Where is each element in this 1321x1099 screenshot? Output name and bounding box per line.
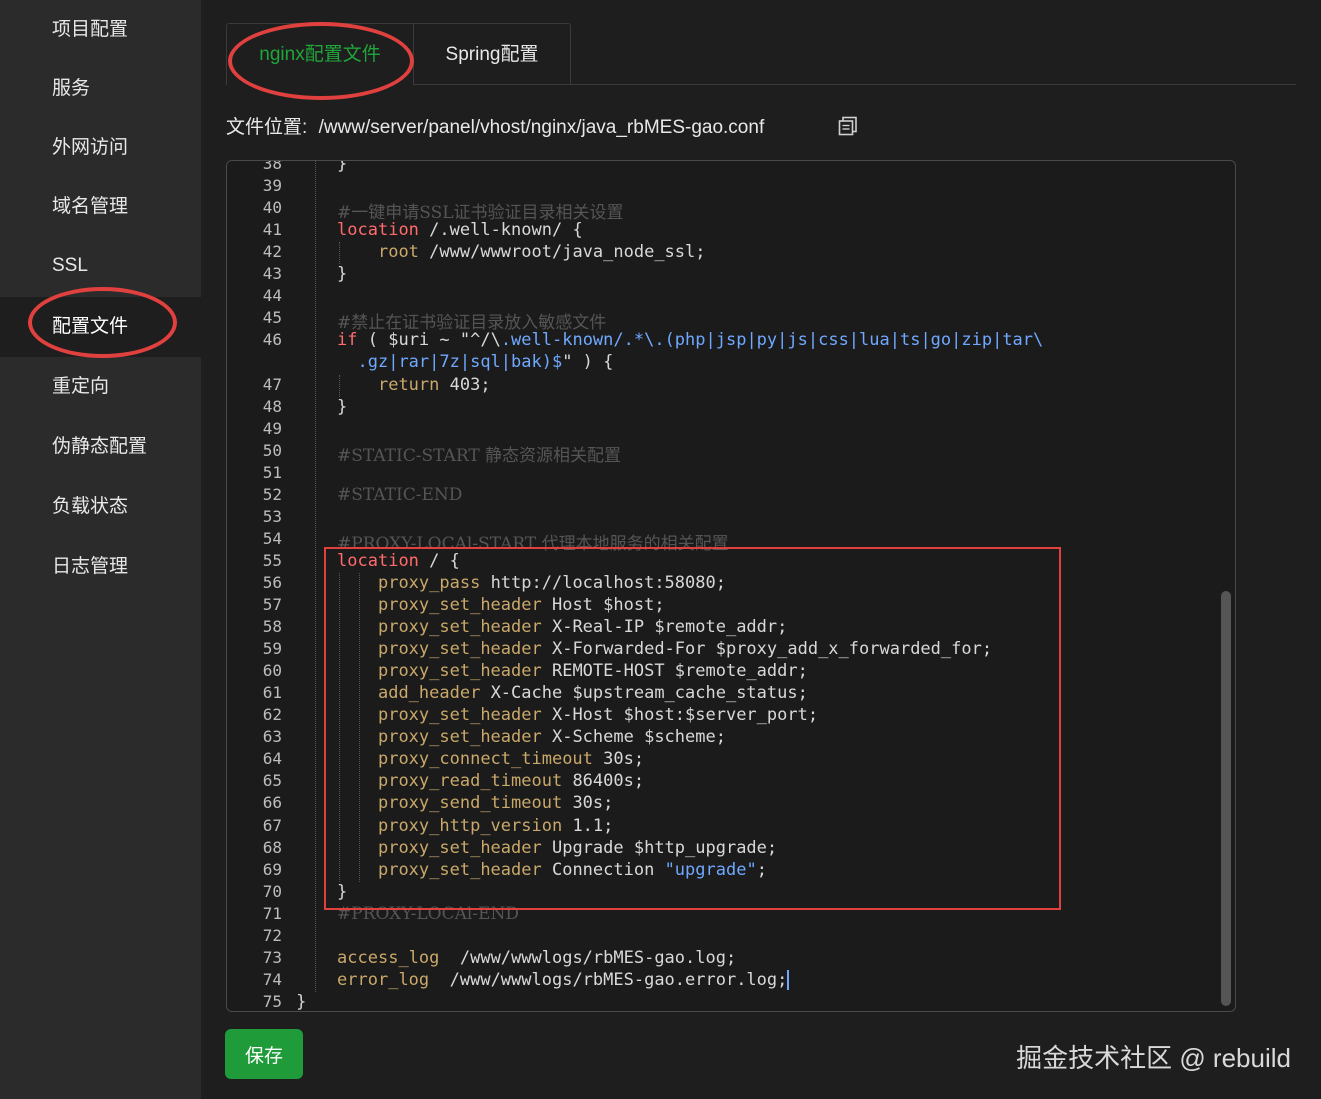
line-number: 69	[262, 859, 282, 879]
sidebar-item-service[interactable]: 服务	[0, 59, 201, 119]
indent-guide	[339, 242, 340, 265]
sidebar-item-load-status[interactable]: 负载状态	[0, 477, 201, 537]
text-cursor	[787, 969, 790, 990]
code-line: }	[296, 264, 348, 285]
line-number: 41	[262, 220, 282, 240]
line-number: 61	[262, 683, 282, 703]
code-line: .gz|rar|7z|sql|bak)$" ) {	[357, 352, 614, 373]
line-number: 59	[262, 639, 282, 659]
line-number: 38	[262, 160, 282, 173]
line-number: 50	[262, 440, 282, 460]
line-number: 44	[262, 286, 282, 306]
watermark: 掘金技术社区 @ rebuild	[1016, 1043, 1291, 1073]
line-number: 71	[262, 903, 282, 923]
line-number: 74	[262, 969, 282, 989]
line-number: 42	[262, 242, 282, 262]
line-number: 52	[262, 484, 282, 504]
line-number: 40	[262, 198, 282, 218]
line-number: 51	[262, 462, 282, 482]
line-number: 73	[262, 947, 282, 967]
line-number: 58	[262, 617, 282, 637]
copy-icon[interactable]	[838, 116, 858, 136]
sidebar-item-project-config[interactable]: 项目配置	[0, 0, 201, 60]
code-line: }	[296, 396, 348, 417]
line-number: 57	[262, 595, 282, 614]
line-number: 64	[262, 749, 282, 769]
annotation-ellipse-tab	[228, 22, 414, 100]
line-number: 55	[262, 550, 282, 570]
sidebar-item-domain-management[interactable]: 域名管理	[0, 177, 201, 237]
line-number: 45	[262, 308, 282, 328]
tab-spring-config[interactable]: Spring配置	[413, 23, 571, 85]
code-line: return 403;	[377, 374, 491, 395]
file-location: 文件位置: /www/server/panel/vhost/nginx/java…	[226, 112, 764, 139]
file-location-label: 文件位置:	[226, 117, 308, 138]
code-line: }	[296, 160, 348, 174]
line-number: 68	[262, 837, 282, 857]
annotation-box-proxy-location	[324, 547, 1061, 910]
code-line: location /.well-known/ {	[337, 220, 583, 241]
line-number: 63	[262, 727, 282, 747]
line-number-gutter: 38 39 40 41 42 43 44 45 46 47 48 49 50 51 52 53 54 55 56 57…	[227, 161, 291, 1011]
code-line: #STATIC-END	[337, 484, 463, 505]
annotation-ellipse-sidebar	[28, 287, 177, 358]
line-number: 66	[262, 793, 282, 813]
code-line: if ( $uri ~ "^/\.well-known/.*\.(php|jsp…	[337, 330, 1044, 351]
line-number: 43	[262, 264, 282, 284]
line-number: 56	[262, 572, 282, 592]
line-number: 48	[262, 396, 282, 416]
line-number: 62	[262, 705, 282, 725]
line-number: 60	[262, 661, 282, 681]
indent-guide	[315, 161, 316, 992]
save-button[interactable]: 保存	[225, 1029, 303, 1079]
sidebar-item-log-management[interactable]: 日志管理	[0, 537, 201, 597]
code-line: access_log /www/wwwlogs/rbMES-gao.log;	[337, 947, 737, 968]
line-number: 65	[262, 771, 282, 791]
code-line: #STATIC-START 静态资源相关配置	[337, 445, 622, 466]
line-number: 72	[262, 925, 282, 945]
line-number: 49	[262, 418, 282, 438]
line-number: 53	[262, 506, 282, 526]
code-line: }	[296, 991, 307, 1012]
indent-guide	[339, 374, 340, 397]
file-path: /www/server/panel/vhost/nginx/java_rbMES…	[318, 117, 765, 138]
line-number: 39	[262, 176, 282, 196]
sidebar-item-external-access[interactable]: 外网访问	[0, 118, 201, 178]
line-number: 54	[262, 528, 282, 548]
line-number: 46	[262, 330, 282, 350]
sidebar-item-redirect[interactable]: 重定向	[0, 357, 201, 417]
line-number: 70	[262, 881, 282, 901]
line-number: 75	[262, 991, 282, 1011]
sidebar: 项目配置 服务 外网访问 域名管理 SSL 配置文件 重定向 伪静态配置 负载状…	[0, 0, 201, 1099]
code-line: root /www/wwwroot/java_node_ssl;	[377, 242, 706, 263]
scrollbar-thumb[interactable]	[1221, 591, 1231, 1006]
code-line: error_log /www/wwwlogs/rbMES-gao.error.l…	[337, 969, 790, 990]
line-number: 67	[262, 815, 282, 835]
line-number: 47	[262, 374, 282, 394]
sidebar-item-rewrite[interactable]: 伪静态配置	[0, 417, 201, 477]
